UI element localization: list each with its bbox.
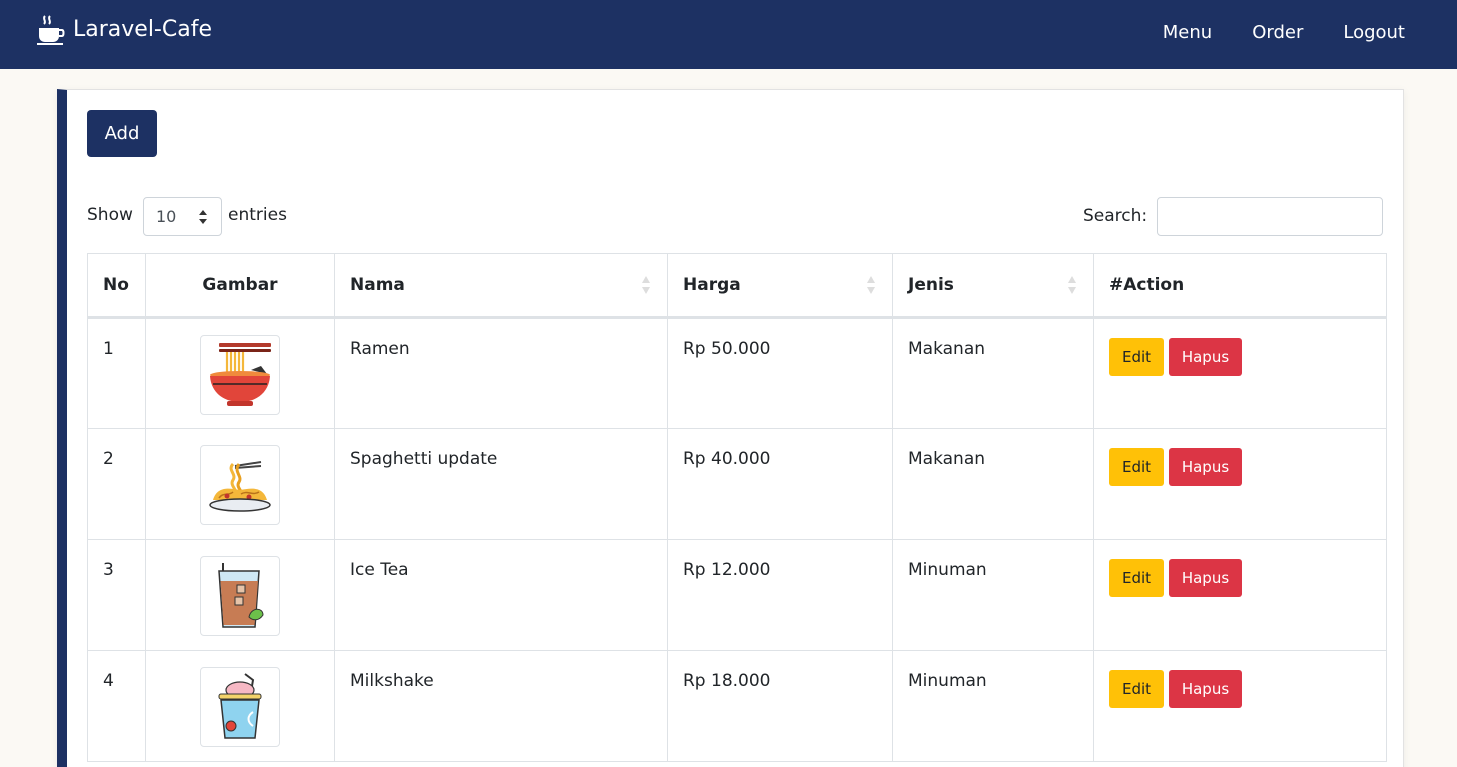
cell-harga: Rp 40.000 <box>667 428 893 540</box>
delete-button[interactable]: Hapus <box>1169 559 1242 597</box>
column-header-gambar[interactable]: Gambar <box>145 253 335 319</box>
cell-action: Edit Hapus <box>1093 428 1387 540</box>
sort-icon <box>642 276 650 294</box>
navbar: Laravel-Cafe Menu Order Logout <box>0 0 1457 69</box>
table-header-row: No Gambar Nama Harga Jenis #Action <box>87 253 1387 319</box>
menu-thumbnail <box>200 445 280 525</box>
nav-links: Menu Order Logout <box>1123 20 1405 46</box>
sort-icon <box>1068 276 1076 294</box>
column-header-harga[interactable]: Harga <box>667 253 893 319</box>
cell-harga: Rp 50.000 <box>667 317 893 429</box>
column-header-action[interactable]: #Action <box>1093 253 1387 319</box>
cell-nama: Ramen <box>334 317 668 429</box>
nav-link-logout[interactable]: Logout <box>1343 20 1405 46</box>
ramen-icon <box>210 343 271 406</box>
add-button[interactable]: Add <box>87 110 157 157</box>
menu-thumbnail <box>200 335 280 415</box>
nav-link-menu[interactable]: Menu <box>1163 20 1212 46</box>
nav-link-order[interactable]: Order <box>1252 20 1303 46</box>
entries-select-value: 10 <box>156 207 177 226</box>
cell-harga: Rp 12.000 <box>667 539 893 651</box>
menu-thumbnail <box>200 556 280 636</box>
table-row: 1 Ramen Rp 50.000 Makanan Edit Hapus <box>87 317 1387 429</box>
cell-gambar <box>145 650 335 762</box>
cell-jenis: Makanan <box>892 317 1094 429</box>
ice-tea-icon <box>218 563 264 628</box>
cell-no: 2 <box>87 428 146 540</box>
entries-label: entries <box>228 205 287 225</box>
menu-table: No Gambar Nama Harga Jenis #Action 1 Ram… <box>87 253 1387 762</box>
spaghetti-icon <box>209 461 271 512</box>
select-arrows-icon <box>199 210 207 224</box>
cell-gambar <box>145 317 335 429</box>
edit-button[interactable]: Edit <box>1109 670 1164 708</box>
edit-button[interactable]: Edit <box>1109 338 1164 376</box>
table-row: 3 Ice Tea Rp 12.000 Minuman Edit Hapus <box>87 539 1387 651</box>
cell-gambar <box>145 428 335 540</box>
table-row: 4 Milkshake Rp 18.000 Minuman Edit Hapus <box>87 650 1387 762</box>
cell-no: 3 <box>87 539 146 651</box>
cell-nama: Ice Tea <box>334 539 668 651</box>
coffee-cup-icon <box>37 15 65 45</box>
cell-gambar <box>145 539 335 651</box>
cell-no: 4 <box>87 650 146 762</box>
cell-nama: Milkshake <box>334 650 668 762</box>
cell-jenis: Minuman <box>892 650 1094 762</box>
delete-button[interactable]: Hapus <box>1169 670 1242 708</box>
column-header-no[interactable]: No <box>87 253 146 319</box>
milkshake-icon <box>218 673 262 739</box>
cell-action: Edit Hapus <box>1093 317 1387 429</box>
brand-name: Laravel-Cafe <box>73 17 212 42</box>
cell-nama: Spaghetti update <box>334 428 668 540</box>
menu-thumbnail <box>200 667 280 747</box>
brand[interactable]: Laravel-Cafe <box>36 14 212 46</box>
cell-jenis: Minuman <box>892 539 1094 651</box>
cell-harga: Rp 18.000 <box>667 650 893 762</box>
column-header-nama[interactable]: Nama <box>334 253 668 319</box>
cell-jenis: Makanan <box>892 428 1094 540</box>
cell-action: Edit Hapus <box>1093 539 1387 651</box>
search-label: Search: <box>1083 206 1148 226</box>
sort-icon <box>867 276 875 294</box>
show-label: Show <box>87 205 133 225</box>
entries-select[interactable]: 10 <box>143 197 222 236</box>
table-row: 2 Spaghetti update Rp 40.000 Makanan Edi… <box>87 428 1387 540</box>
delete-button[interactable]: Hapus <box>1169 448 1242 486</box>
edit-button[interactable]: Edit <box>1109 448 1164 486</box>
column-header-jenis[interactable]: Jenis <box>892 253 1094 319</box>
cell-action: Edit Hapus <box>1093 650 1387 762</box>
cell-no: 1 <box>87 317 146 429</box>
edit-button[interactable]: Edit <box>1109 559 1164 597</box>
delete-button[interactable]: Hapus <box>1169 338 1242 376</box>
search-input[interactable] <box>1157 197 1383 236</box>
